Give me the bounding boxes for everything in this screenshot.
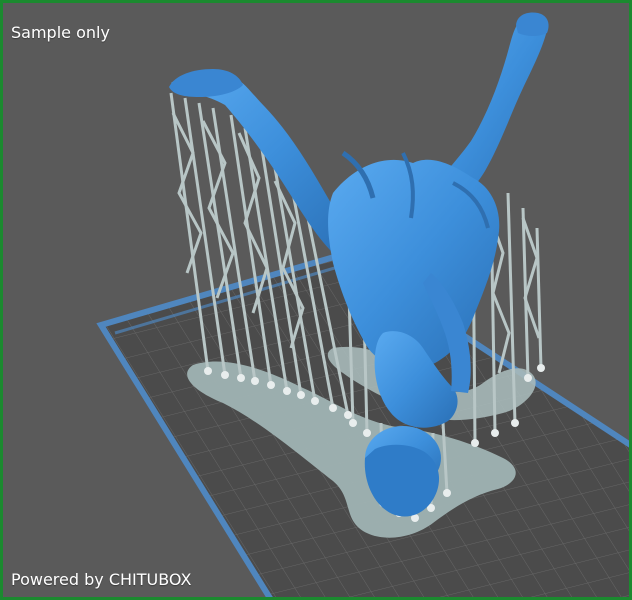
3d-scene[interactable] [3, 3, 632, 600]
3d-viewport[interactable]: Sample only Powered by CHITUBOX [0, 0, 632, 600]
right-foot [516, 12, 549, 36]
watermark-sample-only: Sample only [11, 23, 110, 42]
watermark-powered-by: Powered by CHITUBOX [11, 570, 192, 589]
